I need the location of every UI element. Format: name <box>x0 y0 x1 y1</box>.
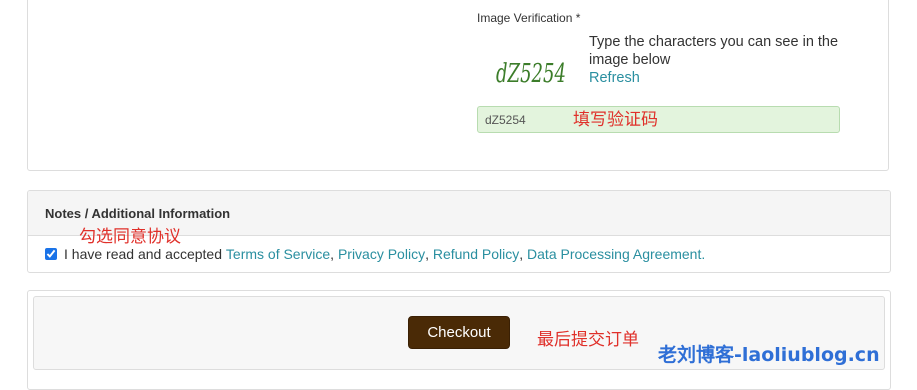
refund-policy-link[interactable]: Refund Policy <box>433 246 519 262</box>
accept-terms-checkbox[interactable] <box>45 248 57 260</box>
watermark: 老刘博客-laoliublog.cn <box>658 344 880 366</box>
privacy-policy-link[interactable]: Privacy Policy <box>338 246 425 262</box>
captcha-image-text: dZ5254 <box>496 59 566 89</box>
annotation-fill-code: 填写验证码 <box>573 110 658 130</box>
captcha-input[interactable] <box>477 106 840 133</box>
data-processing-agreement-link[interactable]: Data Processing Agreement <box>527 246 701 262</box>
link-period: . <box>701 246 706 262</box>
captcha-image: dZ5254 <box>496 59 566 89</box>
terms-of-service-link[interactable]: Terms of Service <box>226 246 330 262</box>
accept-prefix: I have read and accepted <box>64 246 223 262</box>
captcha-help-text: Type the characters you can see in the i… <box>589 34 839 68</box>
checkout-button[interactable]: Checkout <box>408 316 510 349</box>
annotation-submit-order: 最后提交订单 <box>537 330 639 350</box>
captcha-help: Type the characters you can see in the i… <box>589 33 839 87</box>
captcha-label: Image Verification * <box>477 11 581 25</box>
refresh-link[interactable]: Refresh <box>589 69 839 87</box>
annotation-check-agree: 勾选同意协议 <box>79 227 181 247</box>
terms-row: I have read and accepted Terms of Servic… <box>45 246 705 262</box>
